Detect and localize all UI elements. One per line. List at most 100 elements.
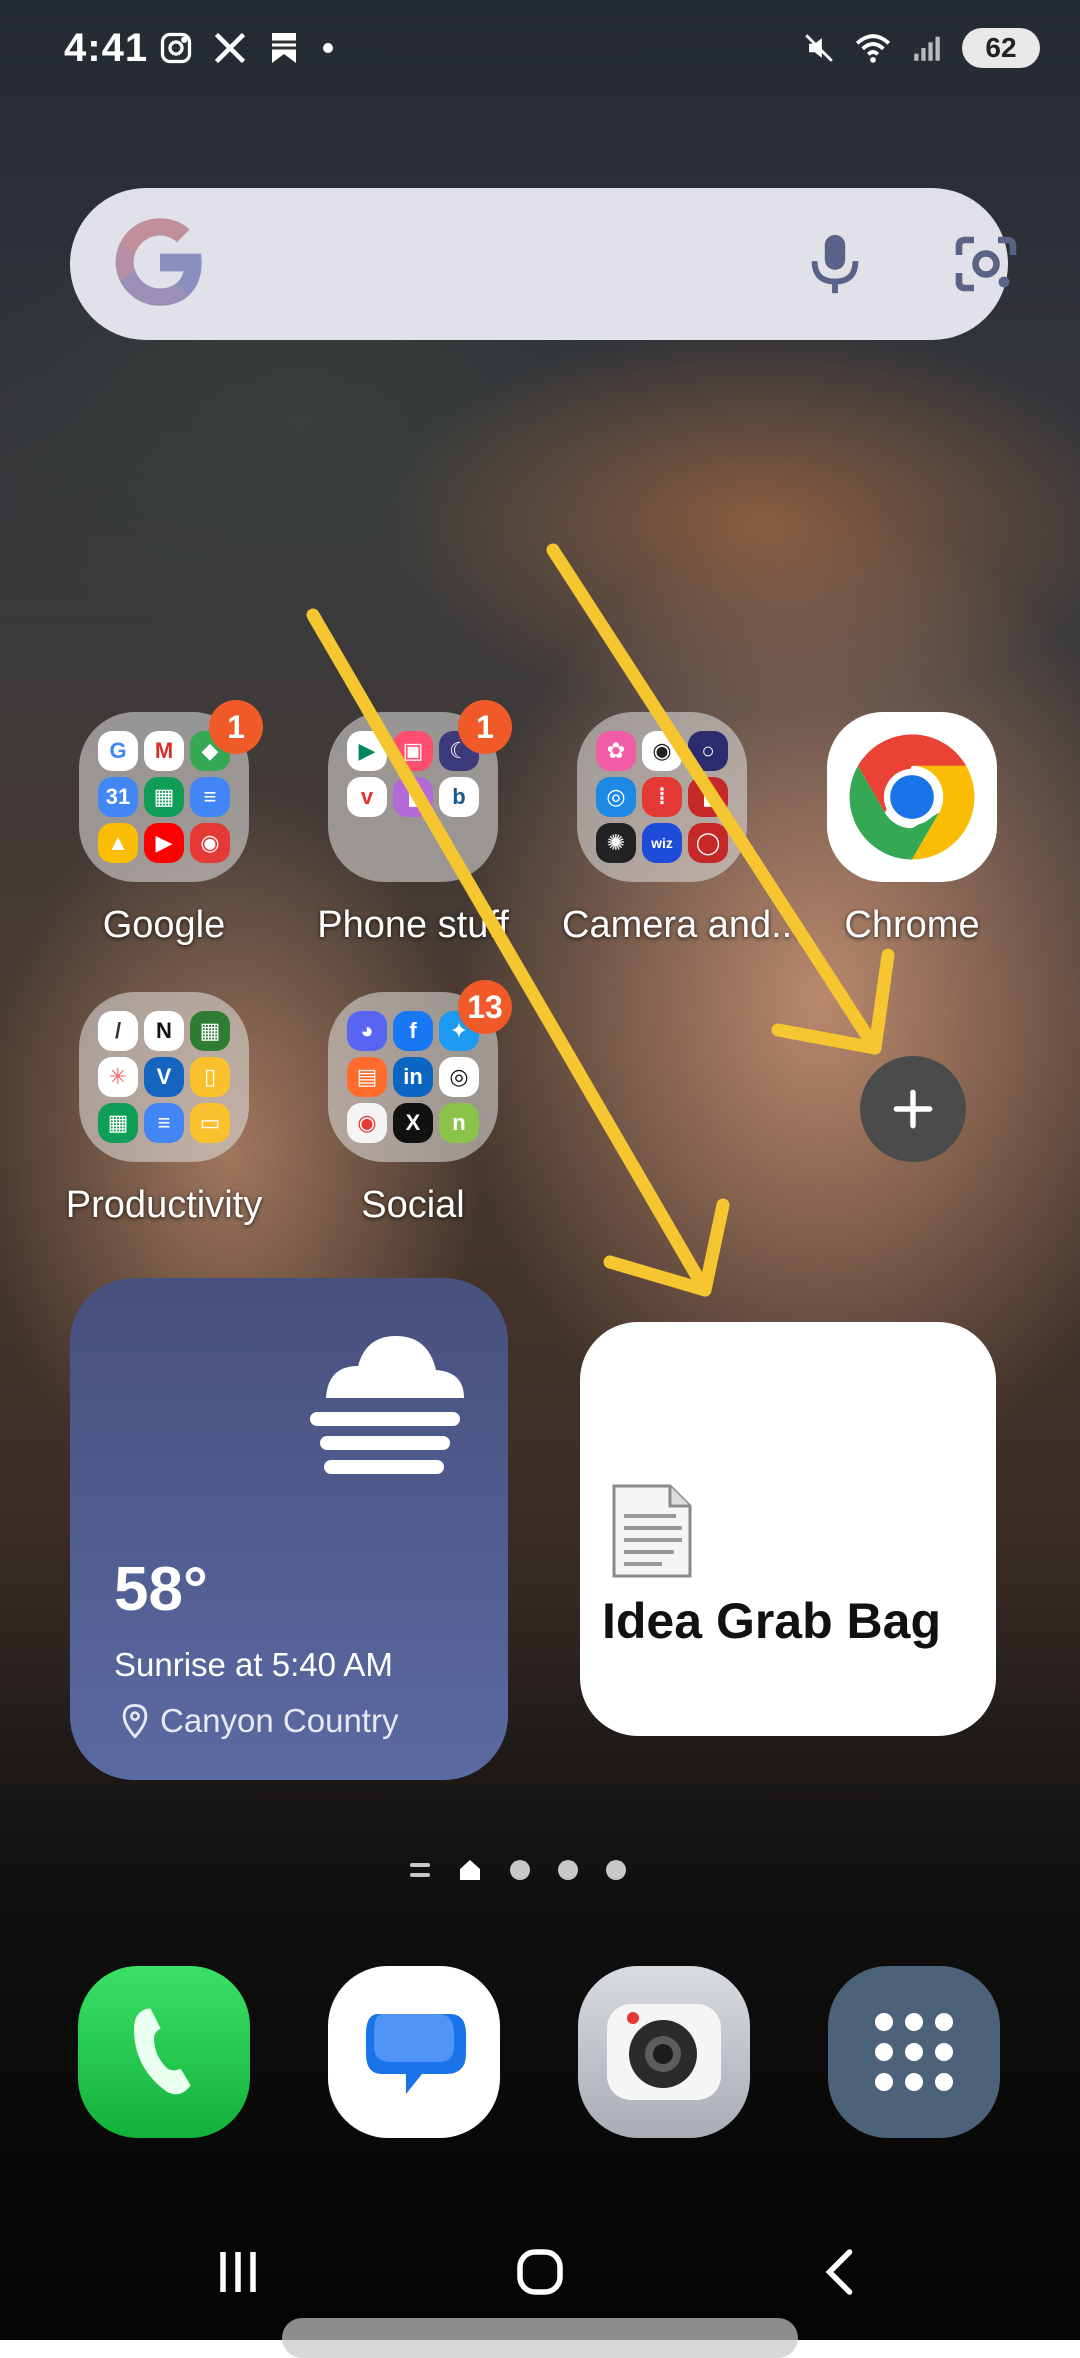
sunrise-text: Sunrise at 5:40 AM [114, 1646, 393, 1683]
docs-icon: ≡ [144, 1103, 184, 1143]
gesture-handle [282, 2318, 798, 2358]
bixby-icon: b [439, 777, 479, 817]
fog-cloud-icon [310, 1336, 464, 1474]
pinwheel-icon: ✳ [98, 1057, 138, 1097]
location-text: Canyon Country [160, 1702, 399, 1739]
battery-icon: 62 [962, 28, 1040, 68]
recents-icon [220, 2252, 256, 2292]
youtube-music-icon: ◉ [190, 823, 230, 863]
folder-icon: / N ▦ ✳ V ▯ ▦ ≡ ▭ [79, 992, 249, 1162]
note-title: Idea Grab Bag [602, 1593, 941, 1649]
home-page-icon [460, 1860, 480, 1880]
camera-small-icon: ◉ [642, 731, 682, 771]
lens-camera-icon[interactable] [950, 228, 1022, 300]
add-button[interactable] [860, 1056, 966, 1162]
google-icon: G [98, 731, 138, 771]
plus-icon [893, 1089, 933, 1129]
home-icon [517, 2249, 563, 2295]
document-icon [612, 1484, 692, 1578]
battery-level: 62 [985, 32, 1017, 63]
voice-recorder-icon: ⦙ [642, 777, 682, 817]
microphone-icon[interactable] [800, 228, 870, 300]
recorder-icon: ▮ [688, 777, 728, 817]
folder-icon: G M ◆ 31 ▦ ≡ ▲ ▶ ◉ 1 [79, 700, 263, 882]
galaxy-store-icon: ▣ [393, 731, 433, 771]
back-icon [825, 2249, 853, 2295]
app-grid-icon [875, 2013, 953, 2091]
signal-icon [914, 36, 940, 61]
reader-icon: ▤ [347, 1057, 387, 1097]
page-indicator[interactable] [0, 1858, 1058, 1882]
folder-social[interactable]: ◕ f ✦ ▤ in ◎ ◉ X n 13 Social [313, 980, 513, 1227]
app-label: Chrome [844, 904, 980, 946]
notification-icons [158, 30, 336, 66]
settings-light-icon: ✺ [596, 823, 636, 863]
folder-icon: ✿ ◉ ○ ◎ ⦙ ▮ ✺ wiz ◯ [577, 712, 747, 882]
camera-icon [607, 2004, 721, 2100]
page-dot [510, 1860, 530, 1880]
chrome-icon [827, 712, 997, 882]
verizon-icon: v [347, 777, 387, 817]
x-icon [214, 32, 246, 64]
lens-icon: ◎ [596, 777, 636, 817]
docs-icon: ≡ [190, 777, 230, 817]
page-dot [606, 1860, 626, 1880]
app-label: Camera and... [562, 904, 803, 946]
note-widget[interactable]: Idea Grab Bag [580, 1322, 996, 1736]
notification-badge: 1 [209, 700, 263, 754]
folder-camera[interactable]: ✿ ◉ ○ ◎ ⦙ ▮ ✺ wiz ◯ Camera and... [562, 712, 803, 947]
weather-widget[interactable]: 58° Sunrise at 5:40 AM Canyon Country [70, 1278, 508, 1780]
back-button[interactable] [802, 2232, 882, 2312]
mute-icon [805, 34, 833, 62]
sheets-icon: ▦ [190, 1011, 230, 1051]
youtube-icon: ▶ [144, 823, 184, 863]
keep-icon: ▯ [190, 1057, 230, 1097]
home-button[interactable] [500, 2232, 580, 2312]
folder-google[interactable]: G M ◆ 31 ▦ ≡ ▲ ▶ ◉ 1 Google [64, 700, 264, 947]
location: Canyon Country [120, 1702, 398, 1740]
page-dot [558, 1860, 578, 1880]
gallery-icon: ✿ [596, 731, 636, 771]
x-app-icon: X [393, 1103, 433, 1143]
wifi-icon [855, 34, 891, 63]
app-label: Google [102, 904, 226, 946]
facebook-icon: f [393, 1011, 433, 1051]
play-store-icon: ▶ [347, 731, 387, 771]
discord-icon: ◕ [347, 1011, 387, 1051]
message-bubble-icon [366, 2014, 466, 2094]
app-drawer[interactable] [828, 1966, 1000, 2138]
system-icons: 62 [802, 28, 1040, 68]
folder-phone-stuff[interactable]: ▶ ▣ ☾ v ▮ b 1 Phone stuff [313, 700, 513, 947]
v-app-icon: V [144, 1057, 184, 1097]
status-bar: 4:41 62 [0, 0, 1080, 100]
messages-app[interactable] [328, 1966, 500, 2138]
calendar-icon: 31 [98, 777, 138, 817]
gmail-icon: M [144, 731, 184, 771]
notification-badge: 13 [458, 980, 512, 1034]
folder-icon: ◕ f ✦ ▤ in ◎ ◉ X n 13 [328, 980, 512, 1162]
bulb-icon: ○ [688, 731, 728, 771]
folder-icon: ▶ ▣ ☾ v ▮ b 1 [328, 700, 512, 882]
app-chrome[interactable]: Chrome [812, 712, 1012, 947]
instagram-app-icon: ◎ [439, 1057, 479, 1097]
navigation-bar [0, 2220, 1080, 2320]
google-search-bar[interactable] [70, 188, 1017, 340]
sheets-icon: ▦ [144, 777, 184, 817]
bookmark-icon [272, 33, 296, 63]
google-g-icon [115, 218, 202, 306]
instagram-icon [160, 32, 192, 64]
notification-badge: 1 [458, 700, 512, 754]
menu-lines-icon [410, 1863, 430, 1877]
camera-app[interactable] [578, 1966, 750, 2138]
quill-icon: / [98, 1011, 138, 1051]
sheets2-icon: ▦ [98, 1103, 138, 1143]
dot-icon [323, 43, 333, 53]
app-label: Social [361, 1184, 465, 1226]
notion-icon: N [144, 1011, 184, 1051]
pocket-casts-icon: ◉ [347, 1103, 387, 1143]
recent-apps-button[interactable] [198, 2232, 278, 2312]
phone-app[interactable] [78, 1966, 250, 2138]
location-pin-icon [122, 1703, 148, 1739]
app-label: Phone stuff [317, 904, 509, 946]
folder-productivity[interactable]: / N ▦ ✳ V ▯ ▦ ≡ ▭ Productivity [64, 992, 264, 1227]
